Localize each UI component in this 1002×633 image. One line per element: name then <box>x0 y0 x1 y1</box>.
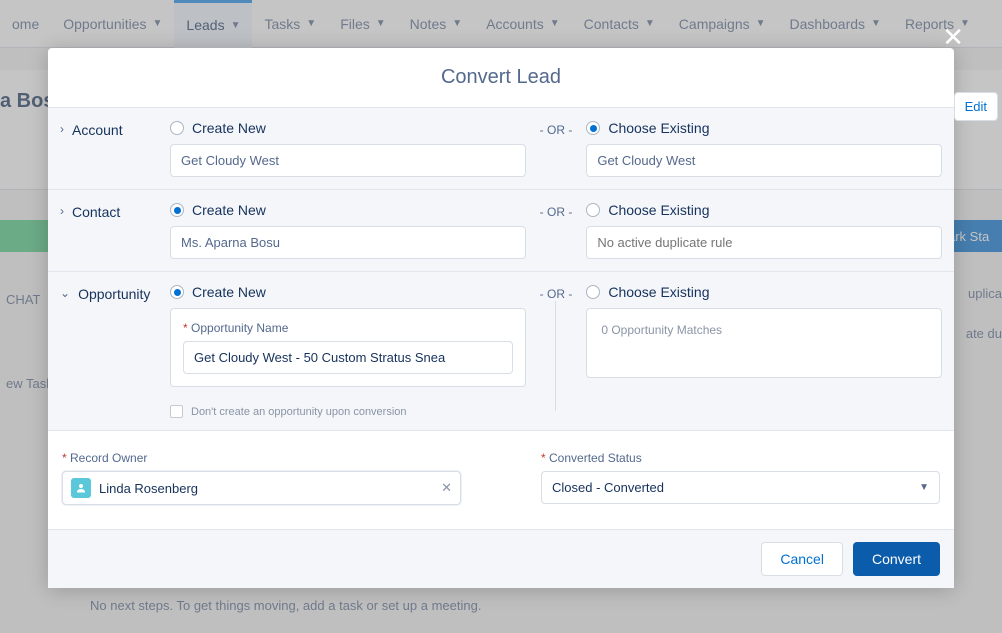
modal-title: Convert Lead <box>48 48 954 107</box>
opportunity-name-input[interactable] <box>183 341 513 374</box>
radio-label: Create New <box>192 202 266 218</box>
or-divider: - OR - <box>540 202 573 219</box>
contact-existing-input[interactable] <box>586 226 942 259</box>
edit-button[interactable]: Edit <box>954 92 998 121</box>
radio-contact-create-new[interactable] <box>170 203 184 217</box>
record-owner-value: Linda Rosenberg <box>99 481 198 496</box>
cancel-button[interactable]: Cancel <box>761 542 843 576</box>
close-icon[interactable]: ✕ <box>942 22 964 53</box>
avatar-icon <box>71 478 91 498</box>
convert-button[interactable]: Convert <box>853 542 940 576</box>
or-divider: - OR - <box>540 120 573 137</box>
radio-label: Create New <box>192 120 266 136</box>
or-divider: - OR - <box>540 284 573 301</box>
converted-status-select[interactable]: Closed - Converted ▼ <box>541 471 940 504</box>
radio-account-choose-existing[interactable] <box>586 121 600 135</box>
section-account: › Account Create New - OR - Choose Exist… <box>48 107 954 189</box>
radio-opportunity-choose-existing[interactable] <box>586 285 600 299</box>
account-existing-input[interactable] <box>586 144 942 177</box>
converted-status-value: Closed - Converted <box>552 480 664 495</box>
section-label-contact: Contact <box>72 204 120 220</box>
chevron-down-icon: ▼ <box>919 482 929 493</box>
dont-create-label: Don't create an opportunity upon convers… <box>191 406 407 418</box>
section-label-account: Account <box>72 122 123 138</box>
record-owner-pill[interactable]: Linda Rosenberg ✕ <box>62 471 461 505</box>
opportunity-name-label: Opportunity Name <box>183 321 513 335</box>
radio-account-create-new[interactable] <box>170 121 184 135</box>
vertical-divider <box>555 301 556 411</box>
chevron-right-icon[interactable]: › <box>60 122 64 136</box>
section-opportunity: ⌄ Opportunity Create New Opportunity Nam… <box>48 271 954 430</box>
converted-status-label: Converted Status <box>541 451 940 465</box>
convert-lead-modal: ✕ Convert Lead › Account Create New - OR… <box>48 48 954 588</box>
clear-owner-icon[interactable]: ✕ <box>441 480 452 496</box>
opportunity-matches-card: 0 Opportunity Matches <box>586 308 942 378</box>
radio-label: Choose Existing <box>608 202 709 218</box>
radio-label: Create New <box>192 284 266 300</box>
section-label-opportunity: Opportunity <box>78 286 150 302</box>
radio-contact-choose-existing[interactable] <box>586 203 600 217</box>
radio-label: Choose Existing <box>608 284 709 300</box>
chevron-right-icon[interactable]: › <box>60 204 64 218</box>
radio-opportunity-create-new[interactable] <box>170 285 184 299</box>
dont-create-checkbox[interactable] <box>170 405 183 418</box>
chevron-down-icon[interactable]: ⌄ <box>60 286 70 300</box>
bottom-fields: Record Owner Linda Rosenberg ✕ Converted… <box>48 430 954 529</box>
opportunity-card: Opportunity Name <box>170 308 526 387</box>
radio-label: Choose Existing <box>608 120 709 136</box>
record-owner-label: Record Owner <box>62 451 461 465</box>
section-contact: › Contact Create New - OR - Choose Exist… <box>48 189 954 271</box>
modal-footer: Cancel Convert <box>48 529 954 588</box>
account-new-input[interactable] <box>170 144 526 177</box>
contact-new-input[interactable] <box>170 226 526 259</box>
